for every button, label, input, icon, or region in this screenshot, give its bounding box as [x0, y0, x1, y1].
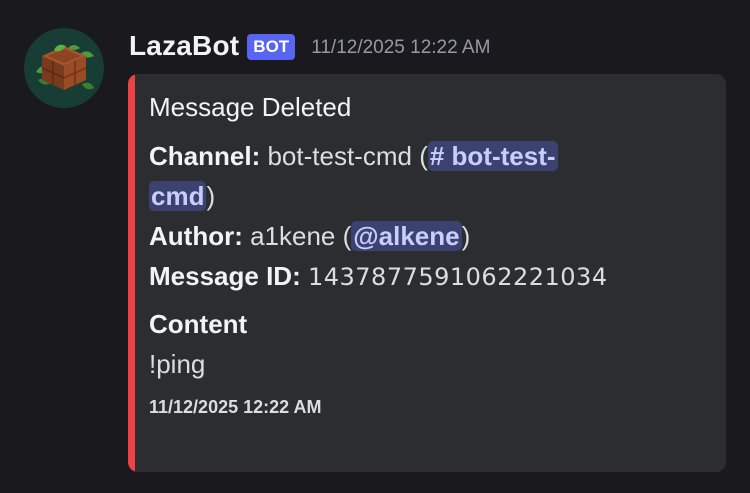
channel-line: Channel: bot-test-cmd (# bot-test- — [149, 136, 706, 176]
embed-footer-timestamp: 11/12/2025 12:22 AM — [149, 397, 322, 417]
bot-badge: BOT — [247, 34, 296, 60]
author-name: a1kene — [250, 221, 336, 251]
message-id-value: 1437877591062221034 — [307, 263, 608, 291]
embed-title: Message Deleted — [149, 92, 352, 122]
message-id-label: Message ID: — [149, 261, 301, 291]
log-embed: Message Deleted Channel: bot-test-cmd (#… — [128, 74, 726, 472]
channel-name: bot-test-cmd — [267, 141, 412, 171]
embed-description: Channel: bot-test-cmd (# bot-test- cmd) … — [149, 136, 706, 297]
embed-body: Message Deleted Channel: bot-test-cmd (#… — [149, 90, 706, 419]
content-field-name: Content — [149, 309, 248, 339]
embed-accent-bar — [128, 74, 135, 472]
content-field-value: !ping — [149, 349, 206, 379]
author-close-paren: ) — [461, 221, 471, 251]
user-mention[interactable]: @alkene — [351, 221, 462, 251]
channel-mention[interactable]: # bot-test- — [427, 141, 558, 171]
channel-mention-continued[interactable]: cmd — [149, 181, 207, 211]
chat-message: LazaBot BOT 11/12/2025 12:22 AM Message … — [0, 0, 750, 493]
author-line: Author: a1kene (@alkene) — [149, 216, 706, 256]
author-username[interactable]: LazaBot — [129, 30, 239, 62]
author-label: Author: — [149, 221, 243, 251]
message-id-line: Message ID: 1437877591062221034 — [149, 256, 706, 297]
crate-with-leaves-icon — [36, 44, 94, 90]
bot-avatar[interactable] — [24, 28, 104, 108]
channel-open-paren: ( — [411, 141, 428, 171]
channel-close-paren: ) — [206, 181, 216, 211]
channel-line-wrap: cmd) — [149, 176, 706, 216]
author-open-paren: ( — [335, 221, 352, 251]
channel-label: Channel: — [149, 141, 261, 171]
message-timestamp[interactable]: 11/12/2025 12:22 AM — [311, 37, 490, 59]
message-header: LazaBot BOT 11/12/2025 12:22 AM — [129, 26, 490, 66]
